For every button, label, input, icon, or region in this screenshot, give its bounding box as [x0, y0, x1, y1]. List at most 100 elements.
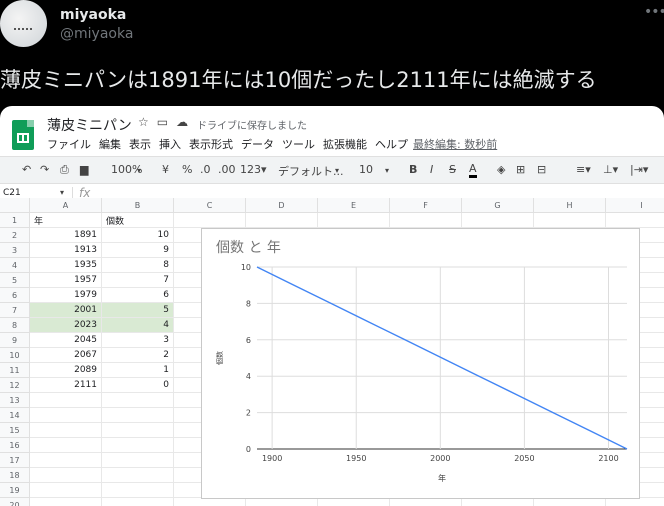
cell[interactable]: 0 — [102, 378, 174, 393]
cell[interactable] — [102, 498, 174, 506]
menu-tools[interactable]: ツール — [282, 136, 315, 152]
cell[interactable]: 4 — [102, 318, 174, 333]
row-header[interactable]: 17 — [0, 453, 30, 468]
cell[interactable]: 1913 — [30, 243, 102, 258]
undo-icon[interactable]: ↶ — [22, 163, 31, 176]
row-header[interactable]: 1 — [0, 213, 30, 228]
cell[interactable] — [102, 468, 174, 483]
redo-icon[interactable]: ↷ — [40, 163, 49, 176]
row-header[interactable]: 9 — [0, 333, 30, 348]
cell[interactable] — [30, 408, 102, 423]
cell[interactable]: 7 — [102, 273, 174, 288]
last-edit-link[interactable]: 最終編集: 数秒前 — [413, 136, 497, 152]
cell[interactable] — [102, 438, 174, 453]
cell[interactable]: 年 — [30, 213, 102, 228]
cell[interactable] — [534, 213, 606, 228]
user-handle[interactable]: @miyaoka — [60, 26, 133, 42]
number-format-button[interactable]: 123▾ — [240, 163, 267, 176]
cell[interactable]: 2 — [102, 348, 174, 363]
paint-format-icon[interactable]: ▆ — [80, 163, 88, 176]
select-all-corner[interactable] — [0, 198, 30, 213]
cell[interactable]: 個数 — [102, 213, 174, 228]
row-header[interactable]: 15 — [0, 423, 30, 438]
print-icon[interactable]: ⎙ — [60, 163, 69, 177]
column-header[interactable]: I — [606, 198, 664, 213]
text-color-button[interactable]: A — [469, 163, 477, 178]
cell[interactable]: 9 — [102, 243, 174, 258]
cell[interactable]: 10 — [102, 228, 174, 243]
star-icon[interactable]: ☆ — [138, 115, 149, 129]
font-select[interactable]: デフォルト... — [278, 163, 344, 179]
fill-color-icon[interactable]: ◈ — [497, 163, 505, 176]
row-header[interactable]: 6 — [0, 288, 30, 303]
row-header[interactable]: 12 — [0, 378, 30, 393]
cell[interactable]: 1935 — [30, 258, 102, 273]
column-header[interactable]: A — [30, 198, 102, 213]
cell[interactable]: 3 — [102, 333, 174, 348]
row-header[interactable]: 19 — [0, 483, 30, 498]
row-header[interactable]: 18 — [0, 468, 30, 483]
menu-insert[interactable]: 挿入 — [159, 136, 181, 152]
menu-view[interactable]: 表示 — [129, 136, 151, 152]
menu-help[interactable]: ヘルプ — [375, 136, 408, 152]
strikethrough-button[interactable]: S — [449, 163, 456, 176]
increase-decimal-button[interactable]: .00 — [218, 163, 236, 176]
chevron-down-icon[interactable]: ▾ — [137, 166, 141, 175]
align-left-icon[interactable]: ≡▾ — [576, 163, 591, 176]
menu-edit[interactable]: 編集 — [99, 136, 121, 152]
menu-extensions[interactable]: 拡張機能 — [323, 136, 367, 152]
cell[interactable] — [102, 483, 174, 498]
vertical-align-icon[interactable]: ⊥▾ — [603, 163, 618, 176]
cell[interactable] — [390, 213, 462, 228]
cell[interactable] — [606, 213, 664, 228]
text-wrap-icon[interactable]: |⇥▾ — [630, 163, 648, 176]
cell[interactable] — [102, 408, 174, 423]
cell[interactable]: 2023 — [30, 318, 102, 333]
avatar[interactable] — [0, 0, 47, 47]
cell[interactable]: 1957 — [30, 273, 102, 288]
cell[interactable] — [102, 453, 174, 468]
cell[interactable] — [30, 498, 102, 506]
column-header[interactable]: G — [462, 198, 534, 213]
cell[interactable]: 8 — [102, 258, 174, 273]
chart[interactable]: 個数 と 年 0 2 4 6 8 10 1900 1950 2000 2050 2100 年個数 — [201, 228, 640, 499]
cell[interactable]: 2111 — [30, 378, 102, 393]
column-header[interactable]: E — [318, 198, 390, 213]
row-header[interactable]: 7 — [0, 303, 30, 318]
row-header[interactable]: 16 — [0, 438, 30, 453]
row-header[interactable]: 2 — [0, 228, 30, 243]
cell[interactable]: 1 — [102, 363, 174, 378]
cell[interactable] — [246, 213, 318, 228]
cell[interactable]: 2089 — [30, 363, 102, 378]
cell[interactable] — [30, 393, 102, 408]
borders-icon[interactable]: ⊞ — [516, 163, 525, 176]
decrease-decimal-button[interactable]: .0 — [200, 163, 211, 176]
cell[interactable]: 2001 — [30, 303, 102, 318]
menu-file[interactable]: ファイル — [47, 136, 91, 152]
move-folder-icon[interactable]: ▭ — [157, 115, 168, 129]
cell[interactable] — [30, 453, 102, 468]
currency-button[interactable]: ¥ — [162, 163, 169, 176]
row-header[interactable]: 20 — [0, 498, 30, 506]
cell[interactable]: 2067 — [30, 348, 102, 363]
column-header[interactable]: D — [246, 198, 318, 213]
cell[interactable]: 2045 — [30, 333, 102, 348]
bold-button[interactable]: B — [409, 163, 417, 176]
font-size-select[interactable]: 10 — [359, 163, 373, 176]
chevron-down-icon[interactable]: ▾ — [385, 166, 389, 175]
cell[interactable] — [462, 213, 534, 228]
cell[interactable] — [30, 468, 102, 483]
cell[interactable] — [30, 483, 102, 498]
row-header[interactable]: 13 — [0, 393, 30, 408]
cell[interactable] — [174, 213, 246, 228]
name-box[interactable]: C21 — [3, 188, 21, 198]
italic-button[interactable]: I — [430, 163, 433, 176]
chevron-down-icon[interactable]: ▾ — [335, 166, 339, 175]
cell[interactable] — [102, 423, 174, 438]
column-header[interactable]: F — [390, 198, 462, 213]
percent-button[interactable]: % — [182, 163, 192, 176]
merge-cells-icon[interactable]: ⊟ — [537, 163, 546, 176]
row-header[interactable]: 5 — [0, 273, 30, 288]
cell[interactable]: 1891 — [30, 228, 102, 243]
row-header[interactable]: 11 — [0, 363, 30, 378]
